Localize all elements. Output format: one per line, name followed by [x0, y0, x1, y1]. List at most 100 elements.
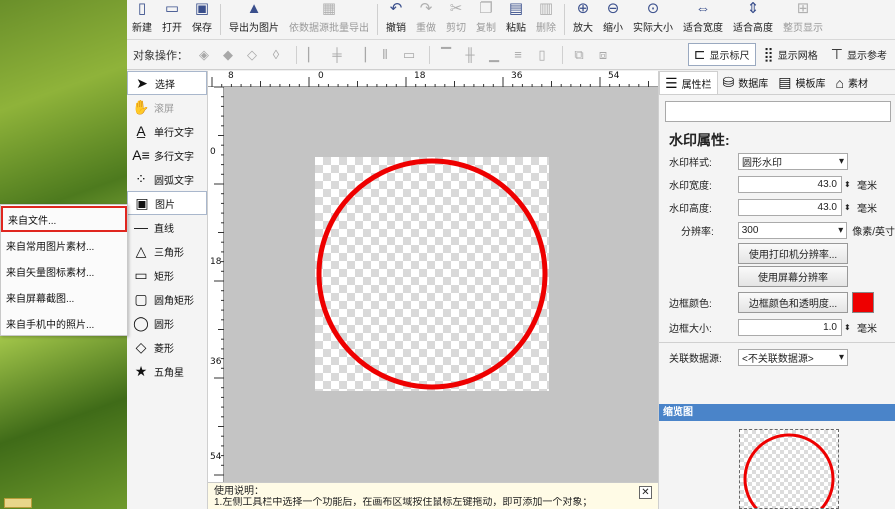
tool-circle[interactable]: ◯ 圆形: [127, 311, 207, 335]
show-grid-toggle[interactable]: ⣿ 显示网格: [759, 44, 823, 65]
save-button[interactable]: ▣ 保存: [187, 0, 217, 39]
fit-height-icon: ⇕: [746, 0, 760, 17]
menu-item-vector-icons[interactable]: 来自矢量图标素材...: [1, 258, 127, 284]
divider: [659, 342, 895, 343]
watermark-style-select[interactable]: 圆形水印 ▾: [738, 153, 848, 170]
undo-button[interactable]: ↶ 撤销: [381, 0, 411, 39]
circle-watermark[interactable]: [315, 157, 549, 391]
show-ruler-toggle[interactable]: ⊏ 显示标尺: [687, 43, 756, 66]
toolbar-divider: [564, 4, 565, 35]
whole-page-icon: ⊞: [796, 0, 810, 17]
datasource-select[interactable]: <不关联数据源> ▾: [738, 349, 848, 366]
layer-up-icon[interactable]: ◇: [242, 46, 262, 64]
new-button[interactable]: ▯ 新建: [127, 0, 157, 39]
open-button[interactable]: ▭ 打开: [157, 0, 187, 39]
tool-image[interactable]: ▣ 图片: [127, 191, 207, 215]
taskbar-icon[interactable]: [4, 498, 32, 508]
unit-label: 毫米: [857, 181, 877, 192]
distribute-h-icon[interactable]: ⫴: [375, 46, 395, 64]
resolution-select[interactable]: 300 ▾: [737, 222, 848, 239]
menu-item-common-images[interactable]: 来自常用图片素材...: [1, 232, 127, 258]
tab-materials[interactable]: ⌂ 素材: [831, 71, 873, 94]
batch-export-button[interactable]: ▦ 依数据源批量导出: [284, 0, 374, 39]
same-width-icon[interactable]: ▭: [399, 46, 419, 64]
tool-star[interactable]: ★ 五角星: [127, 359, 207, 383]
cut-button[interactable]: ✂ 剪切: [441, 0, 471, 39]
distribute-v-icon[interactable]: ≡: [508, 46, 528, 64]
export-image-button[interactable]: ▲ 导出为图片: [224, 0, 284, 39]
watermark-width-input[interactable]: 43.0: [738, 176, 842, 193]
magnifier-icon: ⊙: [646, 0, 660, 17]
ruler-label: 0: [318, 71, 324, 81]
delete-button[interactable]: ▥ 删除: [531, 0, 561, 39]
tool-arc-text[interactable]: ⁘ 圆弧文字: [127, 167, 207, 191]
toolbar-divider: [296, 45, 297, 64]
show-reference-toggle[interactable]: ⊤ 显示参考: [826, 44, 892, 65]
tool-round-rect[interactable]: ▢ 圆角矩形: [127, 287, 207, 311]
resolution-row: 分辨率: 300 ▾ 像素/英寸: [659, 219, 895, 242]
align-middle-icon[interactable]: ╫: [460, 46, 480, 64]
tool-triangle[interactable]: △ 三角形: [127, 239, 207, 263]
align-top-icon[interactable]: ▔: [436, 46, 456, 64]
ruler-label: 18: [210, 257, 222, 267]
menu-item-screenshot[interactable]: 来自屏幕截图...: [1, 284, 127, 310]
main-toolbar: ▯ 新建 ▭ 打开 ▣ 保存 ▲ 导出为图片 ▦ 依数据源批量导出 ↶ 撤销 ↷ 重做 ✂ 剪切…: [127, 0, 895, 40]
bring-front-icon[interactable]: ◈: [194, 46, 214, 64]
copy-button[interactable]: ❐ 复制: [471, 0, 501, 39]
zoom-out-button[interactable]: ⊖ 缩小: [598, 0, 628, 39]
send-back-icon[interactable]: ◆: [218, 46, 238, 64]
actual-size-button[interactable]: ⊙ 实际大小: [628, 0, 678, 39]
tool-single-text[interactable]: A̲ 单行文字: [127, 119, 207, 143]
ruler-label: 36: [210, 357, 222, 367]
redo-button[interactable]: ↷ 重做: [411, 0, 441, 39]
save-icon: ▣: [194, 0, 210, 17]
watermark-circle-shape[interactable]: [316, 158, 548, 390]
layer-down-icon[interactable]: ◊: [266, 46, 286, 64]
ruler-label: 54: [210, 452, 222, 462]
tab-templates[interactable]: ▤ 模板库: [773, 71, 830, 94]
same-height-icon[interactable]: ▯: [532, 46, 552, 64]
ruler-label: 36: [511, 71, 523, 81]
close-icon[interactable]: ✕: [639, 486, 652, 499]
border-color-swatch[interactable]: [852, 291, 874, 313]
align-bottom-icon[interactable]: ▁: [484, 46, 504, 64]
spinner-arrows-icon[interactable]: ⬍: [844, 180, 852, 189]
tool-line[interactable]: — 直线: [127, 215, 207, 239]
spinner-arrows-icon[interactable]: ⬍: [844, 203, 852, 212]
align-center-icon[interactable]: ╪: [327, 46, 347, 64]
help-text: 1.左侧工具栏中选择一个功能后，在画布区域按住鼠标左键拖动，即可添加一个对象；: [214, 497, 593, 508]
object-name-field[interactable]: [665, 101, 891, 122]
whole-page-button[interactable]: ⊞ 整页显示: [778, 0, 828, 39]
canvas-page[interactable]: [315, 157, 549, 391]
menu-item-from-file[interactable]: 来自文件...: [1, 206, 127, 232]
watermark-height-input[interactable]: 43.0: [738, 199, 842, 216]
tool-rect[interactable]: ▭ 矩形: [127, 263, 207, 287]
tool-multi-text[interactable]: A≡ 多行文字: [127, 143, 207, 167]
design-canvas[interactable]: [224, 87, 658, 482]
use-printer-resolution-button[interactable]: 使用打印机分辨率...: [738, 243, 848, 264]
circle-icon: ◯: [133, 314, 149, 331]
zoom-in-button[interactable]: ⊕ 放大: [568, 0, 598, 39]
ungroup-icon[interactable]: ⧈: [593, 46, 613, 64]
fit-width-button[interactable]: ⇔ 适合宽度: [678, 0, 728, 39]
ruler-label: 18: [414, 71, 426, 81]
align-right-icon[interactable]: ▕: [351, 46, 371, 64]
paste-button[interactable]: ▤ 粘贴: [501, 0, 531, 39]
diamond-icon: ◇: [135, 338, 147, 355]
border-size-input[interactable]: 1.0: [738, 319, 842, 336]
align-left-icon[interactable]: ▏: [303, 46, 323, 64]
resolution-label: 分辨率:: [681, 227, 714, 238]
tool-diamond[interactable]: ◇ 菱形: [127, 335, 207, 359]
spinner-arrows-icon[interactable]: ⬍: [844, 323, 852, 332]
tool-scroll[interactable]: ✋ 滚屏: [127, 95, 207, 119]
border-color-button[interactable]: 边框颜色和透明度...: [738, 291, 848, 313]
tab-properties[interactable]: ☰ 属性栏: [659, 71, 718, 94]
menu-item-phone-photos[interactable]: 来自手机中的照片...: [1, 310, 127, 336]
chevron-down-icon: ▾: [838, 352, 844, 363]
preview-header: 缩览图: [659, 404, 895, 421]
tab-database[interactable]: ⛁ 数据库: [718, 71, 774, 94]
tool-select[interactable]: ➤ 选择: [127, 71, 207, 95]
use-screen-resolution-button[interactable]: 使用屏幕分辨率: [738, 266, 848, 287]
fit-height-button[interactable]: ⇕ 适合高度: [728, 0, 778, 39]
group-icon[interactable]: ⧉: [569, 46, 589, 64]
